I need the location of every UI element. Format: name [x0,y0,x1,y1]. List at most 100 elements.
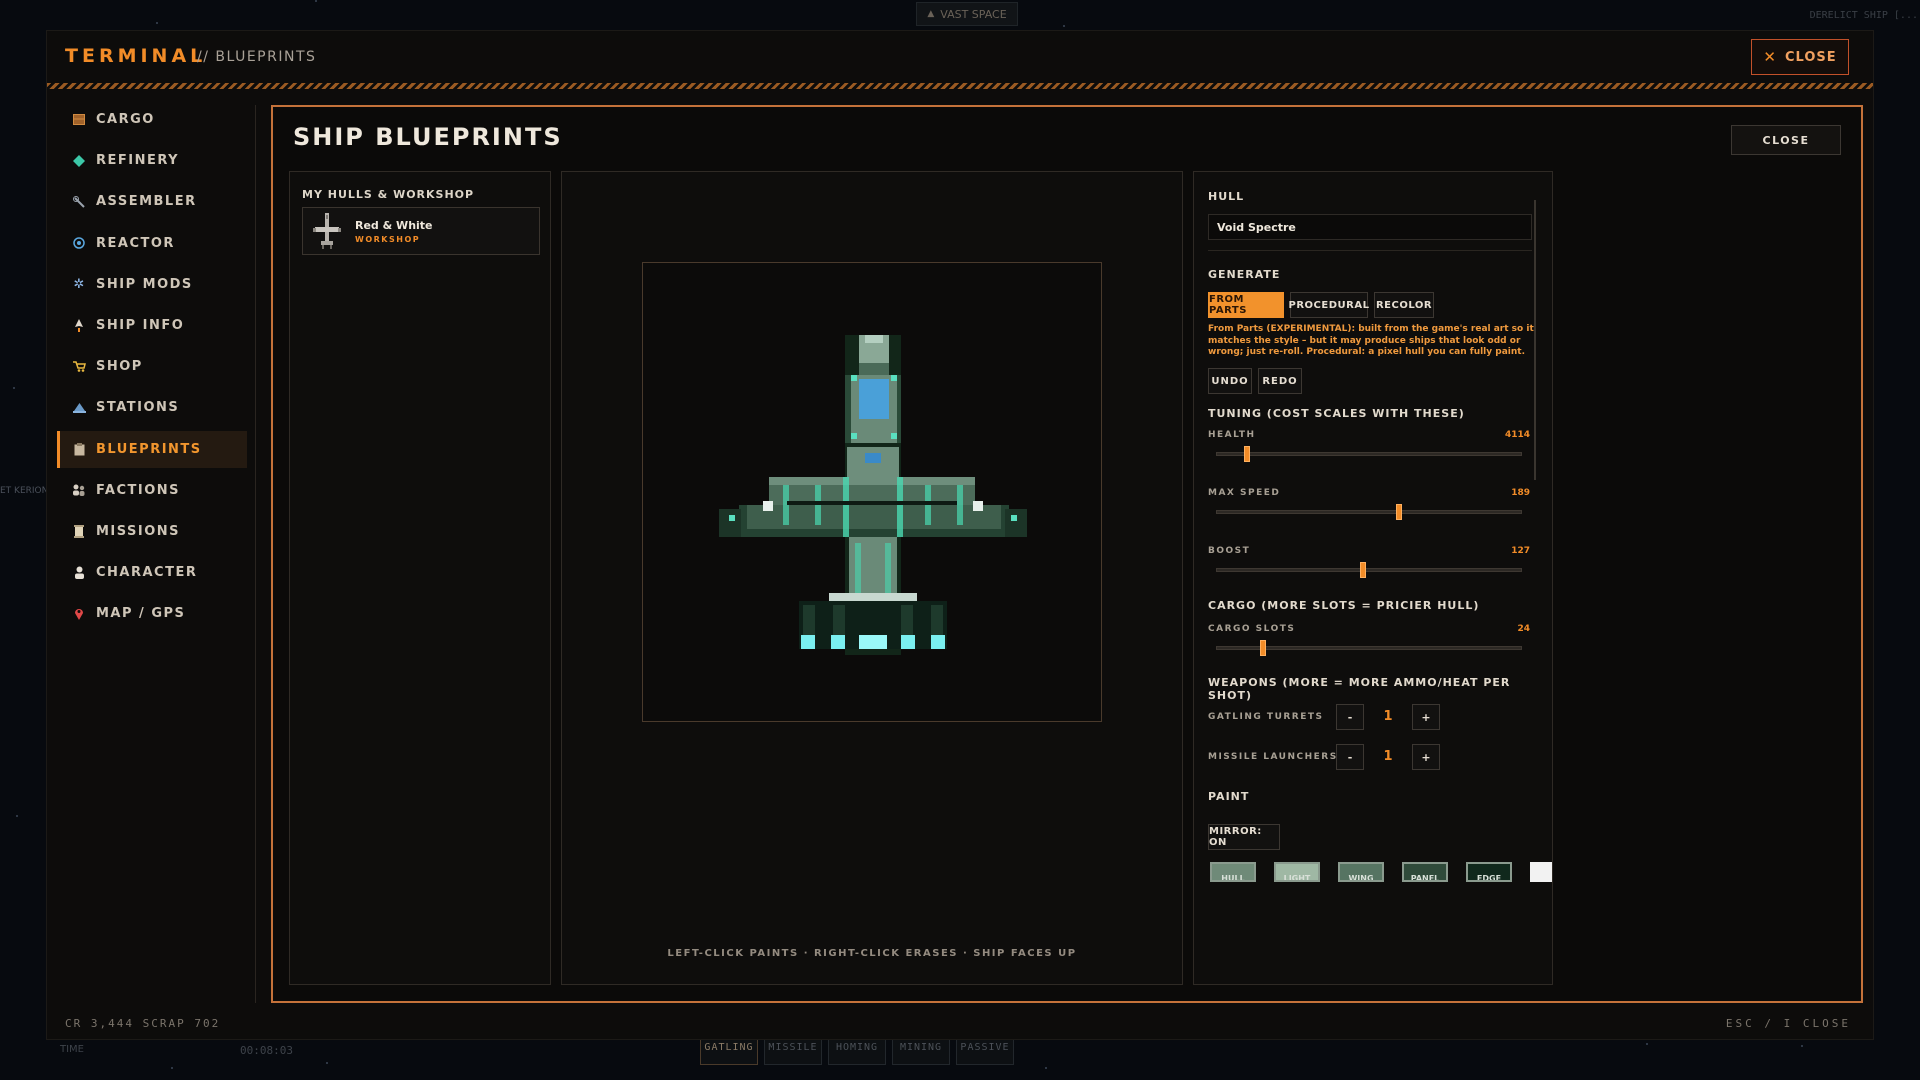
sidebar-item-character[interactable]: CHARACTER [57,554,247,591]
gear-icon: ✲ [73,276,85,292]
star [13,387,15,389]
swatch-edge[interactable]: EDGE [1466,862,1512,882]
redo-button[interactable]: REDO [1258,368,1302,394]
paint-canvas-panel: LEFT-CLICK PAINTS · RIGHT-CLICK ERASES ·… [561,171,1183,985]
sidebar-item-label: MISSIONS [96,523,181,539]
sidebar-item-ship-info[interactable]: SHIP INFO [57,307,247,344]
sidebar-item-label: REACTOR [96,235,175,251]
sidebar-item-cargo[interactable]: CARGO [57,101,247,138]
sidebar-item-stations[interactable]: STATIONS [57,389,247,426]
sidebar-item-refinery[interactable]: REFINERY [57,142,247,179]
gatling-turrets-value: 1 [1383,709,1393,724]
star [326,1062,328,1064]
station-icon [72,401,86,415]
hulls-list-title: MY HULLS & WORKSHOP [302,188,475,201]
sidebar-item-label: REFINERY [96,153,180,169]
sidebar-item-label: SHIP INFO [96,317,185,333]
hull-editor-panel: HULL Void Spectre GENERATE FROM PARTS PR… [1193,171,1553,985]
rocket-icon [72,318,86,332]
recolor-button[interactable]: RECOLOR [1374,292,1434,318]
slider-handle[interactable] [1259,640,1266,656]
time-label: TIME [60,1044,85,1055]
max-speed-label: MAX SPEED [1208,488,1281,498]
hulls-list-panel: MY HULLS & WORKSHOP Red & White WORKSHOP [289,171,551,985]
star [156,22,158,24]
hull-card[interactable]: Red & White WORKSHOP [302,207,540,255]
terminal-window: TERMINAL // BLUEPRINTS ✕ CLOSE CARGO REF… [46,30,1874,1040]
star [16,815,18,817]
reactor-icon [72,236,86,250]
sidebar-item-label: ASSEMBLER [96,194,197,210]
hull-name-input[interactable]: Void Spectre [1208,214,1532,240]
boost-label: BOOST [1208,546,1251,556]
weapons-heading: WEAPONS (MORE = MORE AMMO/HEAT PER SHOT) [1208,676,1511,702]
cargo-slots-slider[interactable] [1216,640,1522,656]
sidebar-item-label: STATIONS [96,400,180,416]
blueprints-panel: SHIP BLUEPRINTS CLOSE MY HULLS & WORKSHO… [271,105,1863,1003]
terminal-breadcrumb: // BLUEPRINTS [197,49,317,65]
scroll-icon [72,524,86,538]
generate-note: From Parts (EXPERIMENTAL): built from th… [1208,324,1534,357]
sidebar-item-label: SHIP MODS [96,276,193,292]
sidebar-item-missions[interactable]: MISSIONS [57,513,247,550]
gatling-turrets-label: GATLING TURRETS [1208,712,1324,722]
boost-slider[interactable] [1216,562,1522,578]
sidebar-item-blueprints[interactable]: BLUEPRINTS [57,430,247,468]
star [171,1067,173,1069]
close-icon: ✕ [1763,48,1777,66]
hull-card-name: Red & White [355,218,433,232]
swatch-hull[interactable]: HULL [1210,862,1256,882]
sidebar-item-map-gps[interactable]: MAP / GPS [57,595,247,632]
swatch-panel[interactable]: PANEL [1402,862,1448,882]
star [315,0,317,2]
swatch-wing[interactable]: WING [1338,862,1384,882]
mirror-toggle[interactable]: MIRROR: ON [1208,824,1280,850]
slider-handle[interactable] [1396,504,1403,520]
terminal-close-label: CLOSE [1784,49,1837,65]
terminal-sidebar: CARGO REFINERY ASSEMBLER REACTOR ✲ SHIP … [57,101,247,636]
paint-heading: PAINT [1208,790,1250,803]
sidebar-item-assembler[interactable]: ASSEMBLER [57,183,247,220]
swatch-light[interactable]: LIGHT [1274,862,1320,882]
slider-handle[interactable] [1359,562,1366,578]
star [1063,25,1065,27]
health-slider[interactable] [1216,446,1522,462]
canvas-hint: LEFT-CLICK PAINTS · RIGHT-CLICK ERASES ·… [667,948,1077,959]
from-parts-button[interactable]: FROM PARTS [1208,292,1284,318]
missile-increment-button[interactable]: + [1412,744,1440,770]
header-hatch-divider [47,83,1873,89]
sidebar-divider [255,105,256,1003]
hull-card-tag: WORKSHOP [355,234,421,244]
sidebar-item-label: BLUEPRINTS [96,441,202,457]
clipboard-icon [72,442,86,456]
terminal-title: TERMINAL [65,45,207,67]
undo-button[interactable]: UNDO [1208,368,1252,394]
boost-value: 127 [1511,546,1530,556]
sidebar-item-shop[interactable]: SHOP [57,348,247,385]
health-label: HEALTH [1208,430,1256,440]
close-hint: ESC / I CLOSE [1725,1017,1851,1030]
sidebar-item-ship-mods[interactable]: ✲ SHIP MODS [57,266,247,303]
slider-handle[interactable] [1244,446,1251,462]
star [1801,1045,1803,1047]
cart-icon [72,360,86,374]
tuning-heading: TUNING (COST SCALES WITH THESE) [1208,407,1465,420]
sidebar-item-reactor[interactable]: REACTOR [57,225,247,262]
max-speed-slider[interactable] [1216,504,1522,520]
sidebar-item-factions[interactable]: FACTIONS [57,472,247,509]
blueprints-close-button[interactable]: CLOSE [1731,125,1841,155]
hull-thumbnail [313,211,341,251]
star [1646,1043,1648,1045]
swatch-white[interactable] [1530,862,1552,882]
sidebar-item-label: FACTIONS [96,482,180,498]
gatling-increment-button[interactable]: + [1412,704,1440,730]
ship-marker-icon: ▲ [927,9,935,19]
procedural-button[interactable]: PROCEDURAL [1289,292,1369,318]
gatling-decrement-button[interactable]: - [1336,704,1364,730]
page-title: SHIP BLUEPRINTS [293,123,563,151]
paint-canvas[interactable] [642,262,1102,722]
mission-timer: 00:08:03 [240,1044,293,1057]
terminal-close-button[interactable]: ✕ CLOSE [1751,39,1849,75]
crate-icon [72,113,86,127]
missile-decrement-button[interactable]: - [1336,744,1364,770]
